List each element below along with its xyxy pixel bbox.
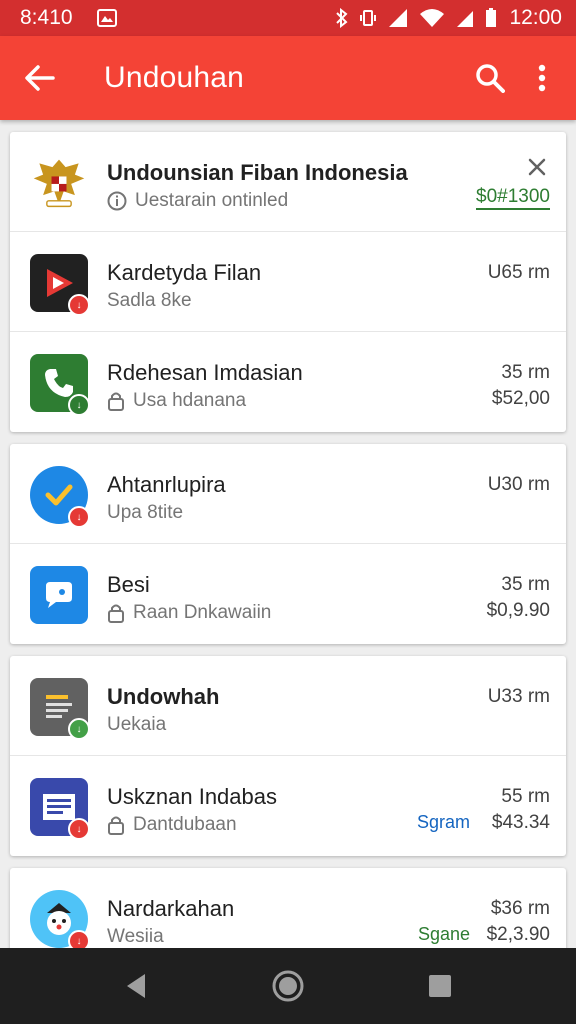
app-size: 35 rm [501, 362, 550, 383]
app-price: $52,00 [491, 388, 550, 409]
app-tag: Sgane [417, 924, 470, 944]
list-item[interactable]: Undounsian Fiban Indonesia Uestarain ont… [10, 132, 566, 232]
close-button[interactable] [524, 154, 550, 180]
app-subtitle-text: Wesiia [107, 926, 164, 947]
bluetooth-icon [335, 8, 349, 28]
status-time: 8:410 [20, 6, 73, 29]
download-card: Undounsian Fiban Indonesia Uestarain ont… [10, 132, 566, 432]
lock-icon [107, 815, 125, 835]
app-name: Undounsian Fiban Indonesia [107, 160, 408, 185]
download-badge-icon: ↓ [68, 818, 90, 840]
cell-signal-2-icon [455, 8, 475, 28]
nav-home-button[interactable] [258, 956, 318, 1016]
download-badge-icon: ↓ [68, 718, 90, 740]
wifi-icon [419, 8, 445, 28]
download-card: ↓ Ahtanrlupira Upa 8tite U30 rm Besi Raa… [10, 444, 566, 644]
list-item[interactable]: ↓ Rdehesan Imdasian Usa hdanana 35 rm $5… [10, 332, 566, 432]
garuda-emblem-icon [30, 154, 88, 212]
app-subtitle: Wesiia [107, 926, 164, 948]
app-subtitle-text: Uestarain ontinled [135, 190, 289, 211]
more-vert-icon [538, 64, 546, 92]
arrow-back-icon [25, 65, 55, 91]
app-subtitle: Usa hdanana [107, 390, 246, 412]
app-size: 55 rm [501, 786, 550, 807]
app-size: U65 rm [487, 262, 550, 283]
download-badge-icon: ↓ [68, 394, 90, 416]
app-subtitle: Upa 8tite [107, 502, 183, 524]
app-price: $43.34 [491, 812, 550, 833]
lock-icon [107, 603, 125, 623]
app-subtitle-text: Upa 8tite [107, 502, 184, 523]
download-badge-icon: ↓ [68, 294, 90, 316]
search-button[interactable] [464, 50, 516, 106]
nav-recents-button[interactable] [410, 956, 470, 1016]
app-name: Kardetyda Filan [107, 260, 262, 285]
lock-icon [107, 391, 125, 411]
app-subtitle-text: Sadla 8ke [107, 290, 192, 311]
app-name: Nardarkahan [107, 896, 235, 921]
download-list: Undounsian Fiban Indonesia Uestarain ont… [0, 120, 576, 948]
app-bar: Undouhan [0, 36, 576, 120]
chat-app-icon [30, 566, 88, 624]
system-nav-bar [0, 948, 576, 1024]
nav-recents-icon [429, 975, 451, 997]
app-tag: Sgram [416, 812, 470, 832]
app-subtitle: Dantdubaan [107, 814, 237, 836]
download-card: ↓ Nardarkahan Wesiia $36 rm Sgane $2,3.9… [10, 868, 566, 948]
app-price: $0#1300 [476, 186, 550, 210]
list-item[interactable]: Besi Raan Dnkawaiin 35 rm $0,9.90 [10, 544, 566, 644]
cell-signal-icon [387, 8, 409, 28]
app-name: Besi [107, 572, 150, 597]
page-title: Undouhan [104, 61, 245, 94]
app-size: U30 rm [487, 474, 550, 495]
app-size: U33 rm [487, 686, 550, 707]
app-size: $36 rm [490, 898, 550, 919]
app-price: $2,3.90 [486, 924, 550, 945]
list-item[interactable]: ↓ Kardetyda Filan Sadla 8ke U65 rm [10, 232, 566, 332]
list-item[interactable]: ↓ Uskznan Indabas Dantdubaan 55 rm Sgram… [10, 756, 566, 856]
list-item[interactable]: ↓ Nardarkahan Wesiia $36 rm Sgane $2,3.9… [10, 868, 566, 948]
list-item[interactable]: ↓ Undowhah Uekaia U33 rm [10, 656, 566, 756]
app-subtitle: Uekaia [107, 714, 166, 736]
gallery-notification-icon [96, 9, 117, 27]
status-bar: 8:410 12:00 [0, 0, 576, 36]
battery-icon [485, 8, 497, 28]
app-name: Uskznan Indabas [107, 784, 277, 809]
app-name: Undowhah [107, 684, 220, 709]
search-icon [476, 64, 505, 93]
close-icon [528, 158, 546, 176]
app-subtitle-text: Dantdubaan [133, 814, 237, 835]
back-button[interactable] [12, 50, 68, 106]
overflow-menu-button[interactable] [516, 50, 568, 106]
download-card: ↓ Undowhah Uekaia U33 rm ↓ Uskznan Indab… [10, 656, 566, 856]
list-item[interactable]: ↓ Ahtanrlupira Upa 8tite U30 rm [10, 444, 566, 544]
app-subtitle-text: Usa hdanana [133, 390, 247, 411]
app-size: 35 rm [501, 574, 550, 595]
app-subtitle: Uestarain ontinled [107, 190, 288, 212]
app-price: $0,9.90 [486, 600, 550, 621]
download-badge-icon: ↓ [68, 506, 90, 528]
vibrate-icon [359, 8, 377, 28]
app-name: Rdehesan Imdasian [107, 360, 303, 385]
nav-home-icon [272, 970, 304, 1002]
app-subtitle-text: Raan Dnkawaiin [133, 602, 272, 623]
app-subtitle: Sadla 8ke [107, 290, 192, 312]
nav-back-button[interactable] [106, 956, 166, 1016]
nav-back-icon [127, 974, 145, 998]
download-badge-icon: ↓ [68, 930, 90, 948]
app-subtitle-text: Uekaia [107, 714, 167, 735]
app-subtitle: Raan Dnkawaiin [107, 602, 271, 624]
app-name: Ahtanrlupira [107, 472, 226, 497]
status-clock: 12:00 [509, 6, 562, 29]
info-icon [107, 191, 127, 211]
